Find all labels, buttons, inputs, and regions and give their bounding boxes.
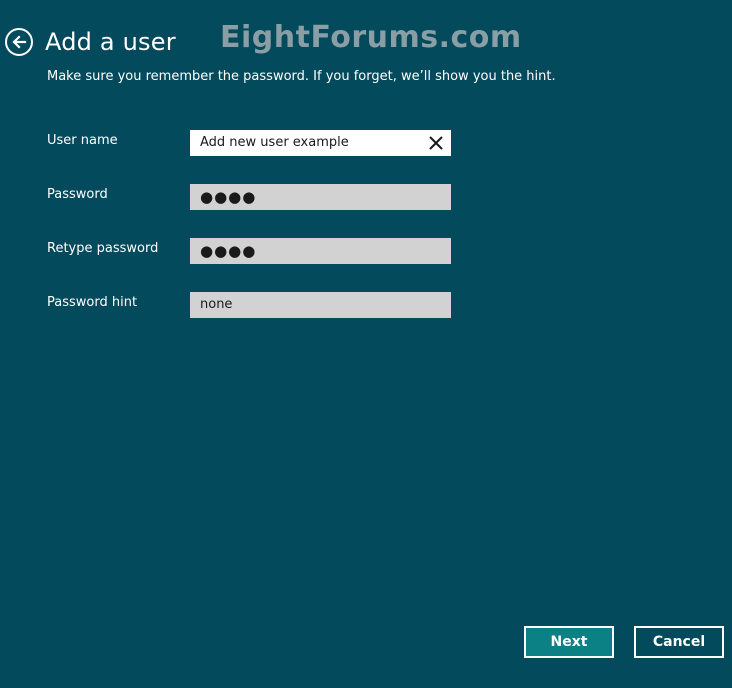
password-value: ●●●● (200, 188, 257, 206)
back-button[interactable] (5, 28, 33, 56)
user-name-row: User name Add new user example (47, 130, 451, 158)
password-hint-input[interactable]: none (190, 292, 451, 318)
subtitle: Make sure you remember the password. If … (47, 69, 556, 84)
watermark-logo: EightForums.com (220, 20, 522, 55)
close-icon[interactable] (428, 135, 444, 151)
password-row: Password ●●●● (47, 184, 451, 212)
retype-password-value: ●●●● (200, 242, 257, 260)
retype-password-label: Retype password (47, 241, 159, 256)
user-name-input[interactable]: Add new user example (190, 130, 451, 156)
password-hint-row: Password hint none (47, 292, 451, 320)
header: Add a user (5, 22, 176, 62)
password-hint-value: none (200, 297, 233, 312)
password-label: Password (47, 187, 108, 202)
password-input[interactable]: ●●●● (190, 184, 451, 210)
password-hint-label: Password hint (47, 295, 138, 310)
user-name-label: User name (47, 133, 118, 148)
next-button[interactable]: Next (524, 626, 614, 658)
retype-password-row: Retype password ●●●● (47, 238, 451, 266)
user-name-value: Add new user example (200, 135, 349, 150)
page-title: Add a user (45, 28, 176, 56)
cancel-button[interactable]: Cancel (634, 626, 724, 658)
retype-password-input[interactable]: ●●●● (190, 238, 451, 264)
back-arrow-icon (12, 35, 27, 49)
